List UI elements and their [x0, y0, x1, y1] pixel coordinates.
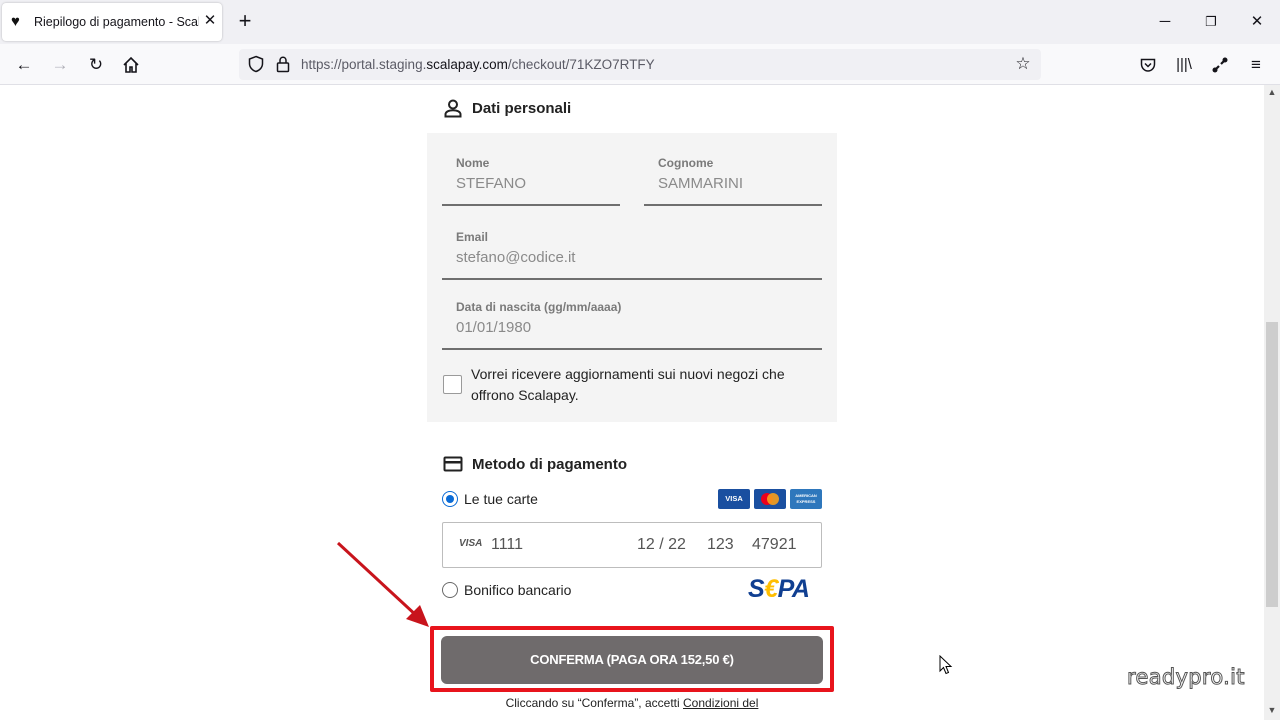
scroll-down-icon[interactable]: ▼	[1267, 705, 1277, 715]
scroll-up-icon[interactable]: ▲	[1267, 87, 1277, 97]
card-cvv: 123	[707, 536, 734, 553]
visa-logo: VISA	[718, 489, 750, 509]
birth-date-label: Data di nascita (gg/mm/aaaa)	[456, 300, 622, 314]
sepa-logo: S€PA	[748, 575, 810, 603]
bank-transfer-option[interactable]: Bonifico bancario	[442, 582, 571, 598]
extensions-icon[interactable]	[1208, 53, 1232, 77]
address-bar[interactable]: https://portal.staging.scalapay.com/chec…	[239, 49, 1041, 80]
mastercard-logo	[754, 489, 786, 509]
tab-title: Riepilogo di pagamento - Scalapay	[34, 15, 199, 29]
home-icon[interactable]	[119, 53, 143, 77]
minimize-icon[interactable]: ─	[1155, 12, 1175, 32]
reload-icon[interactable]: ↻	[84, 53, 108, 77]
pocket-icon[interactable]	[1136, 53, 1160, 77]
vertical-scrollbar[interactable]: ▲ ▼	[1264, 85, 1280, 720]
mouse-cursor-icon	[939, 655, 953, 675]
restore-icon[interactable]: ❐	[1201, 12, 1221, 32]
saved-card[interactable]: VISA 1111 12 / 22 123 47921	[442, 522, 822, 568]
cards-option[interactable]: Le tue carte	[442, 491, 538, 507]
bank-transfer-radio[interactable]	[442, 582, 458, 598]
card-last-digits: 1111	[491, 536, 524, 553]
bank-transfer-label: Bonifico bancario	[464, 582, 572, 598]
lock-icon[interactable]	[275, 55, 291, 73]
close-tab-icon[interactable]: ✕	[201, 12, 219, 30]
email-field[interactable]: Email stefano@codice.it	[442, 222, 822, 280]
newsletter-label[interactable]: Vorrei ricevere aggiornamenti sui nuovi …	[471, 364, 811, 406]
personal-data-title: Dati personali	[472, 99, 572, 117]
birth-date-value: 01/01/1980	[456, 319, 532, 336]
first-name-label: Nome	[456, 156, 490, 170]
library-icon[interactable]: |||\	[1172, 53, 1196, 77]
cards-radio[interactable]	[442, 491, 458, 507]
navigation-bar: ← → ↻ https://portal.staging.scalapay.co…	[0, 44, 1280, 85]
email-label: Email	[456, 230, 489, 244]
credit-card-icon	[443, 456, 463, 472]
first-name-field[interactable]: Nome STEFANO	[442, 148, 620, 206]
back-icon[interactable]: ←	[12, 53, 36, 77]
card-expiry: 12 / 22	[637, 536, 686, 553]
page-content: Dati personali Nome STEFANO Cognome SAMM…	[0, 85, 1264, 720]
scrollbar-thumb[interactable]	[1266, 322, 1278, 607]
newsletter-checkbox[interactable]	[443, 375, 462, 394]
watermark: readypro.it	[1127, 665, 1245, 690]
tab-strip: ♥ Riepilogo di pagamento - Scalapay ✕ + …	[0, 0, 1280, 44]
saved-card-brand: VISA	[459, 538, 483, 549]
birth-date-field[interactable]: Data di nascita (gg/mm/aaaa) 01/01/1980	[442, 292, 822, 350]
tracking-shield-icon[interactable]	[247, 55, 265, 73]
terms-link[interactable]: Condizioni del	[683, 696, 758, 710]
personal-data-heading: Dati personali	[443, 98, 571, 118]
last-name-label: Cognome	[658, 156, 714, 170]
menu-icon[interactable]: ≡	[1244, 53, 1268, 77]
card-zip: 47921	[752, 536, 797, 553]
window-close-icon[interactable]: ✕	[1247, 12, 1267, 32]
person-icon	[444, 99, 462, 118]
heart-favicon-icon: ♥	[11, 13, 20, 30]
annotation-arrow-icon	[336, 541, 429, 627]
highlight-box	[430, 626, 834, 692]
url-text[interactable]: https://portal.staging.scalapay.com/chec…	[301, 57, 655, 72]
payment-method-title: Metodo di pagamento	[472, 455, 627, 473]
email-value: stefano@codice.it	[456, 249, 576, 266]
first-name-value: STEFANO	[456, 175, 527, 192]
terms-footnote: Cliccando su “Conferma”, accetti Condizi…	[505, 696, 759, 710]
browser-tab[interactable]: ♥ Riepilogo di pagamento - Scalapay ✕	[2, 3, 222, 41]
forward-icon[interactable]: →	[48, 53, 72, 77]
bookmark-star-icon[interactable]: ☆	[1013, 54, 1033, 74]
amex-logo: AMERICAN EXPRESS	[790, 489, 822, 509]
personal-data-form: Nome STEFANO Cognome SAMMARINI Email ste…	[427, 133, 837, 422]
payment-method-heading: Metodo di pagamento	[443, 454, 627, 474]
cards-option-label: Le tue carte	[464, 491, 538, 507]
last-name-value: SAMMARINI	[658, 175, 744, 192]
last-name-field[interactable]: Cognome SAMMARINI	[644, 148, 822, 206]
new-tab-icon[interactable]: +	[234, 10, 256, 33]
